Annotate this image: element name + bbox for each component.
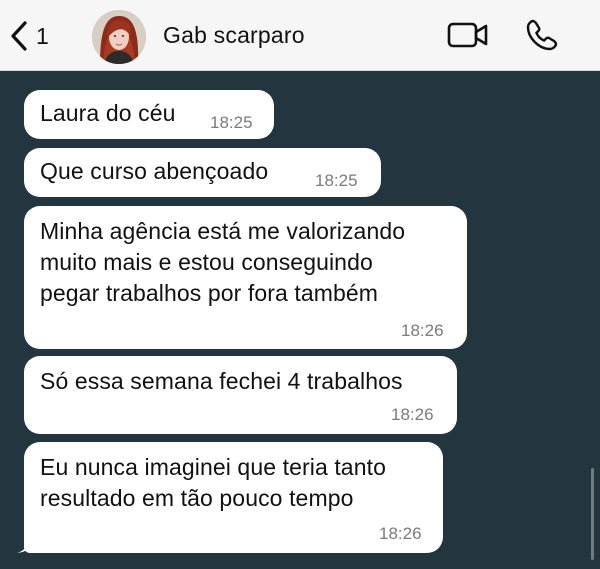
message-time: 18:25: [315, 171, 358, 190]
message-bubble[interactable]: Laura do céu 18:25: [24, 90, 274, 139]
scrollbar[interactable]: [591, 468, 594, 560]
chevron-left-icon: [11, 21, 27, 51]
message-text: Minha agência está me valorizando muito …: [40, 218, 406, 306]
phone-icon: [526, 19, 558, 51]
voice-call-button[interactable]: [525, 18, 559, 57]
back-button[interactable]: 1: [10, 18, 49, 54]
unread-count: 1: [36, 22, 49, 49]
message-list[interactable]: Laura do céu 18:25 Que curso abençoado 1…: [0, 70, 600, 569]
message-time: 18:25: [210, 113, 253, 132]
avatar[interactable]: [92, 10, 146, 64]
message-time: 18:26: [401, 321, 444, 340]
profile-photo: [92, 10, 146, 64]
message-text: Laura do céu: [40, 100, 176, 126]
message-time: 18:26: [379, 524, 422, 543]
contact-name[interactable]: Gab scarparo: [163, 22, 305, 49]
message-text: Eu nunca imaginei que teria tanto result…: [40, 454, 386, 511]
bubble-tail: [17, 516, 36, 553]
message-bubble[interactable]: Que curso abençoado 18:25: [24, 148, 381, 197]
message-text: Que curso abençoado: [40, 158, 269, 184]
message-bubble[interactable]: Só essa semana fechei 4 trabalhos 18:26: [24, 356, 457, 434]
message-time: 18:26: [391, 405, 434, 424]
chat-header: 1 Gab scarparo: [0, 0, 600, 71]
message-bubble[interactable]: Eu nunca imaginei que teria tanto result…: [24, 442, 443, 553]
message-bubble[interactable]: Minha agência está me valorizando muito …: [24, 206, 467, 349]
video-call-button[interactable]: [447, 20, 489, 55]
message-text: Só essa semana fechei 4 trabalhos: [40, 368, 403, 394]
video-camera-icon: [447, 22, 488, 48]
